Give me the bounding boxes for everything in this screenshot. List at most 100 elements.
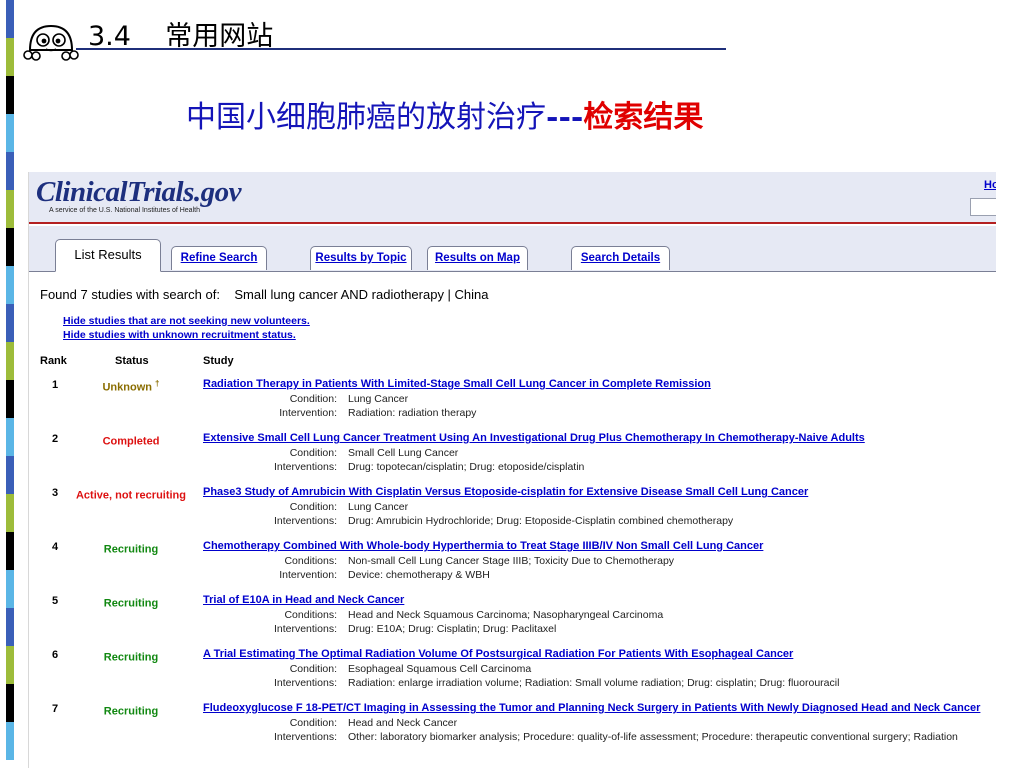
tab-search-details[interactable]: Search Details bbox=[571, 246, 670, 270]
mascot-icon bbox=[23, 24, 79, 61]
condition-label: Conditions: bbox=[284, 555, 337, 567]
slide-decorative-stripe bbox=[0, 0, 16, 768]
stripe-block bbox=[6, 342, 14, 380]
study-title-link[interactable]: Chemotherapy Combined With Whole-body Hy… bbox=[203, 540, 763, 552]
condition-value: Lung Cancer bbox=[348, 501, 409, 513]
tab-results-on-map[interactable]: Results on Map bbox=[427, 246, 528, 270]
intervention-label: Interventions: bbox=[273, 677, 337, 689]
stripe-block bbox=[6, 0, 14, 38]
stripe-block bbox=[6, 76, 14, 114]
hide-unknown-status-link[interactable]: Hide studies with unknown recruitment st… bbox=[63, 329, 296, 341]
intervention-label: Interventions: bbox=[273, 515, 337, 527]
row-rank: 5 bbox=[52, 595, 59, 607]
column-header-rank: Rank bbox=[40, 355, 67, 367]
stripe-block bbox=[6, 456, 14, 494]
table-row: 6 Recruiting A Trial Estimating The Optim… bbox=[29, 648, 996, 702]
stripe-block bbox=[6, 38, 14, 76]
stripe-block bbox=[6, 152, 14, 190]
site-logo[interactable]: ClinicalTrials.gov bbox=[36, 176, 242, 209]
intervention-label: Interventions: bbox=[273, 461, 337, 473]
row-status: Completed bbox=[102, 435, 160, 448]
intervention-label: Intervention: bbox=[279, 407, 337, 419]
condition-label: Condition: bbox=[289, 501, 337, 513]
condition-value: Head and Neck Squamous Carcinoma; Nasoph… bbox=[348, 609, 664, 621]
clinicaltrials-page: ClinicalTrials.gov A service of the U.S.… bbox=[28, 172, 996, 768]
stripe-block bbox=[6, 114, 14, 152]
study-title-link[interactable]: Fludeoxyglucose F 18-PET/CT Imaging in A… bbox=[203, 702, 980, 714]
stripe-block bbox=[6, 646, 14, 684]
stripe-block bbox=[6, 380, 14, 418]
stripe-block bbox=[6, 570, 14, 608]
subtitle-separator: --- bbox=[546, 100, 584, 135]
row-status: Active, not recruiting bbox=[75, 489, 187, 502]
intervention-value: Drug: topotecan/cisplatin; Drug: etoposi… bbox=[348, 461, 585, 473]
table-row: 2 Completed Extensive Small Cell Lung Can… bbox=[29, 432, 996, 486]
row-rank: 2 bbox=[52, 433, 59, 445]
table-row: 1 Unknown † Radiation Therapy in Patients … bbox=[29, 378, 996, 432]
intervention-value: Device: chemotherapy & WBH bbox=[348, 569, 490, 581]
intervention-label: Interventions: bbox=[273, 623, 337, 635]
stripe-block bbox=[6, 722, 14, 760]
title-underline bbox=[76, 48, 726, 50]
stripe-block bbox=[6, 418, 14, 456]
row-rank: 4 bbox=[52, 541, 59, 553]
study-title-link[interactable]: A Trial Estimating The Optimal Radiation… bbox=[203, 648, 793, 660]
row-status: Recruiting bbox=[103, 705, 159, 718]
stripe-block bbox=[6, 228, 14, 266]
subtitle-topic: 中国小细胞肺癌的放射治疗 bbox=[186, 100, 546, 135]
tab-list-results[interactable]: List Results bbox=[55, 239, 161, 272]
study-title-link[interactable]: Extensive Small Cell Lung Cancer Treatme… bbox=[203, 432, 865, 444]
intervention-value: Drug: E10A; Drug: Cisplatin; Drug: Pacli… bbox=[348, 623, 557, 635]
row-rank: 3 bbox=[52, 487, 59, 499]
condition-value: Lung Cancer bbox=[348, 393, 409, 405]
study-title-link[interactable]: Radiation Therapy in Patients With Limit… bbox=[203, 378, 711, 390]
stripe-block bbox=[6, 266, 14, 304]
column-header-study: Study bbox=[203, 355, 234, 367]
tab-refine-search[interactable]: Refine Search bbox=[171, 246, 267, 270]
condition-label: Condition: bbox=[289, 393, 337, 405]
stripe-block bbox=[6, 684, 14, 722]
study-title-link[interactable]: Phase3 Study of Amrubicin With Cisplatin… bbox=[203, 486, 808, 498]
intervention-value: Drug: Amrubicin Hydrochloride; Drug: Eto… bbox=[348, 515, 734, 527]
table-row: 3 Active, not recruiting Phase3 Study of … bbox=[29, 486, 996, 540]
condition-label: Condition: bbox=[289, 447, 337, 459]
row-rank: 6 bbox=[52, 649, 59, 661]
stripe-block bbox=[6, 532, 14, 570]
condition-label: Condition: bbox=[289, 663, 337, 675]
stripe-block bbox=[6, 190, 14, 228]
search-summary: Found 7 studies with search of: Small lu… bbox=[40, 287, 489, 302]
intervention-label: Interventions: bbox=[273, 731, 337, 743]
intervention-value: Radiation: enlarge irradiation volume; R… bbox=[348, 677, 840, 689]
condition-value: Small Cell Lung Cancer bbox=[348, 447, 459, 459]
row-rank: 7 bbox=[52, 703, 59, 715]
condition-value: Non-small Cell Lung Cancer Stage IIIB; T… bbox=[348, 555, 675, 567]
home-link[interactable]: Ho bbox=[984, 179, 996, 191]
condition-label: Conditions: bbox=[284, 609, 337, 621]
slide-subtitle: 中国小细胞肺癌的放射治疗---检索结果 bbox=[186, 92, 703, 136]
row-status: Recruiting bbox=[103, 651, 159, 664]
results-tabs: List Results Refine Search Results by To… bbox=[29, 226, 996, 272]
stripe-block bbox=[6, 304, 14, 342]
site-header: ClinicalTrials.gov A service of the U.S.… bbox=[29, 172, 996, 224]
site-tagline: A service of the U.S. National Institute… bbox=[49, 207, 200, 214]
condition-value: Esophageal Squamous Cell Carcinoma bbox=[348, 663, 532, 675]
condition-label: Condition: bbox=[289, 717, 337, 729]
search-query: Small lung cancer AND radiotherapy | Chi… bbox=[234, 287, 489, 302]
study-title-link[interactable]: Trial of E10A in Head and Neck Cancer bbox=[203, 594, 404, 606]
intervention-value: Other: laboratory biomarker analysis; Pr… bbox=[348, 731, 958, 743]
hide-not-seeking-link[interactable]: Hide studies that are not seeking new vo… bbox=[63, 315, 310, 327]
row-rank: 1 bbox=[52, 379, 59, 391]
table-row: 5 Recruiting Trial of E10A in Head and Ne… bbox=[29, 594, 996, 648]
condition-value: Head and Neck Cancer bbox=[348, 717, 458, 729]
table-row: 7 Recruiting Fludeoxyglucose F 18-PET/CT … bbox=[29, 702, 996, 756]
row-status: Unknown † bbox=[102, 379, 160, 394]
tab-results-by-topic[interactable]: Results by Topic bbox=[310, 246, 412, 270]
column-header-status: Status bbox=[115, 355, 149, 367]
table-row: 4 Recruiting Chemotherapy Combined With W… bbox=[29, 540, 996, 594]
status-footnote-mark: † bbox=[155, 379, 160, 388]
intervention-value: Radiation: radiation therapy bbox=[348, 407, 477, 419]
stripe-block bbox=[6, 608, 14, 646]
site-search-input[interactable] bbox=[970, 198, 996, 216]
row-status: Recruiting bbox=[103, 597, 159, 610]
row-status: Recruiting bbox=[103, 543, 159, 556]
